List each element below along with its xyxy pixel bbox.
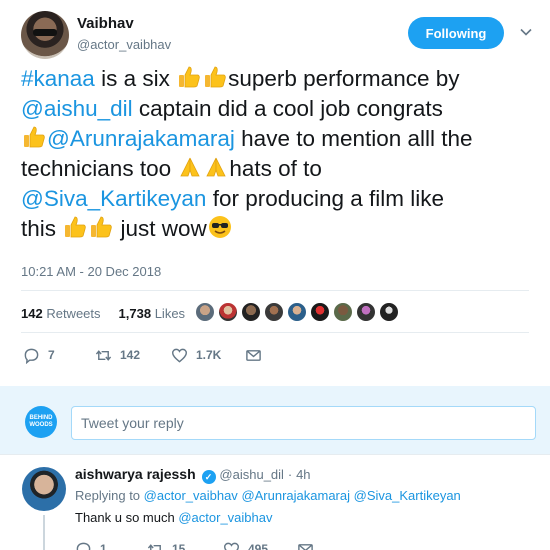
liker-avatar[interactable]: [286, 301, 308, 323]
reply-time[interactable]: 4h: [296, 467, 310, 482]
folded-hands-icon: [206, 157, 227, 177]
like-action[interactable]: 1.7K: [171, 346, 221, 364]
author-handle[interactable]: @actor_vaibhav: [77, 37, 171, 52]
like-count: 1.7K: [196, 348, 222, 362]
reply-author-name[interactable]: aishwarya rajessh: [75, 466, 196, 482]
retweet-action[interactable]: 142: [95, 346, 140, 364]
replying-mention[interactable]: @Siva_Kartikeyan: [354, 488, 461, 503]
thumbs-up-icon: [91, 216, 112, 238]
chevron-down-icon[interactable]: [520, 26, 532, 38]
thumbs-up-icon: [65, 216, 86, 238]
mention-link-aishu[interactable]: @aishu_dil: [21, 96, 133, 121]
reply-composer: BEHIND WOODS Tweet your reply: [0, 386, 550, 454]
tweet-text-segment: this: [21, 216, 63, 241]
reply-message-action[interactable]: [297, 540, 314, 550]
author-name[interactable]: Vaibhav: [77, 15, 134, 32]
verified-badge-icon: ✓: [201, 470, 216, 484]
reply-dot: ·: [287, 467, 293, 482]
envelope-icon: [298, 543, 313, 550]
retweets-label: Retweets: [46, 306, 101, 321]
reply-reply-action[interactable]: 1: [75, 540, 107, 550]
thumbs-up-icon: [179, 66, 200, 88]
divider: [21, 332, 529, 333]
reply-icon: [24, 348, 39, 364]
tweet-card: Vaibhav @actor_vaibhav Following #kanaa …: [0, 0, 550, 386]
replying-mention[interactable]: @Arunrajakamaraj: [241, 488, 350, 503]
message-action[interactable]: [245, 346, 262, 364]
liker-avatar[interactable]: [263, 301, 285, 323]
reply-tweet[interactable]: aishwarya rajessh ✓ @aishu_dil · 4h Repl…: [0, 454, 550, 550]
liker-avatar[interactable]: [309, 301, 331, 323]
retweet-icon: [95, 349, 112, 361]
thumbs-up-icon: [205, 66, 226, 88]
liker-avatar[interactable]: [240, 301, 262, 323]
reply-body-mention[interactable]: @actor_vaibhav: [178, 510, 272, 525]
heart-icon: [223, 542, 240, 550]
reply-author-handle[interactable]: @aishu_dil: [219, 467, 284, 482]
tweet-text-segment: have to mention alll the: [234, 126, 473, 151]
mention-link-arunrajakamaraj[interactable]: @Arunrajakamaraj: [47, 126, 235, 151]
liker-avatar[interactable]: [332, 301, 354, 323]
reply-input[interactable]: Tweet your reply: [71, 406, 536, 440]
tweet-text-segment: for producing a film like: [206, 186, 445, 211]
folded-hands-icon: [180, 157, 201, 177]
retweets-count: 142: [21, 306, 43, 321]
divider: [21, 290, 529, 291]
hashtag-link[interactable]: #kanaa: [21, 66, 95, 91]
likes-stat[interactable]: 1,738 Likes: [119, 306, 186, 321]
reply-action[interactable]: 7: [23, 346, 55, 364]
liker-avatar[interactable]: [217, 301, 239, 323]
reply-body-text: Thank u so much: [75, 510, 175, 525]
replying-to: Replying to @actor_vaibhav @Arunrajakama…: [75, 488, 461, 503]
reply-retweet-action[interactable]: 15: [147, 540, 185, 550]
reply-reply-count: 1: [100, 542, 107, 550]
envelope-icon: [246, 349, 261, 361]
reply-icon: [76, 542, 91, 550]
tweet-text-segment: just wow: [114, 216, 207, 241]
liker-avatar[interactable]: [194, 301, 216, 323]
retweets-stat[interactable]: 142 Retweets: [21, 306, 101, 321]
reply-count: 7: [48, 348, 55, 362]
avatar-logo-text: BEHIND WOODS: [29, 415, 53, 428]
reply-body: Thank u so much @actor_vaibhav: [75, 510, 272, 525]
reply-like-action[interactable]: 495: [223, 540, 268, 550]
tweet-text-segment: technicians too: [21, 156, 178, 181]
thread-line: [43, 515, 45, 550]
likers-avatars: [194, 301, 401, 323]
tweet-timestamp[interactable]: 10:21 AM - 20 Dec 2018: [21, 264, 161, 279]
liker-avatar[interactable]: [378, 301, 400, 323]
reply-like-count: 495: [248, 542, 269, 550]
replying-mention[interactable]: @actor_vaibhav: [144, 488, 238, 503]
liker-avatar[interactable]: [355, 301, 377, 323]
tweet-text-segment: superb performance by: [228, 66, 460, 91]
tweet-text: #kanaa is a six superb performance by @a…: [21, 64, 541, 244]
tweet-text-segment: hats of to: [229, 156, 322, 181]
replying-label: Replying to: [75, 488, 141, 503]
likes-count: 1,738: [118, 306, 152, 321]
tweet-stats: 142 Retweets 1,738 Likes: [21, 306, 185, 321]
heart-icon: [171, 348, 188, 363]
thumbs-up-icon: [24, 126, 45, 148]
following-button[interactable]: Following: [408, 17, 504, 49]
tweet-text-segment: captain did a cool job congrats: [132, 96, 443, 121]
retweet-icon: [147, 543, 163, 550]
likes-label: Likes: [154, 306, 186, 321]
author-avatar[interactable]: [21, 11, 69, 59]
tweet-text-segment: is a six: [94, 66, 177, 91]
retweet-count: 142: [120, 348, 141, 362]
user-avatar[interactable]: BEHIND WOODS: [25, 406, 57, 438]
sunglasses-face-icon: [208, 216, 231, 238]
reply-author-avatar[interactable]: [22, 467, 66, 511]
mention-link-siva[interactable]: @Siva_Kartikeyan: [21, 186, 206, 211]
reply-retweet-count: 15: [172, 542, 186, 550]
